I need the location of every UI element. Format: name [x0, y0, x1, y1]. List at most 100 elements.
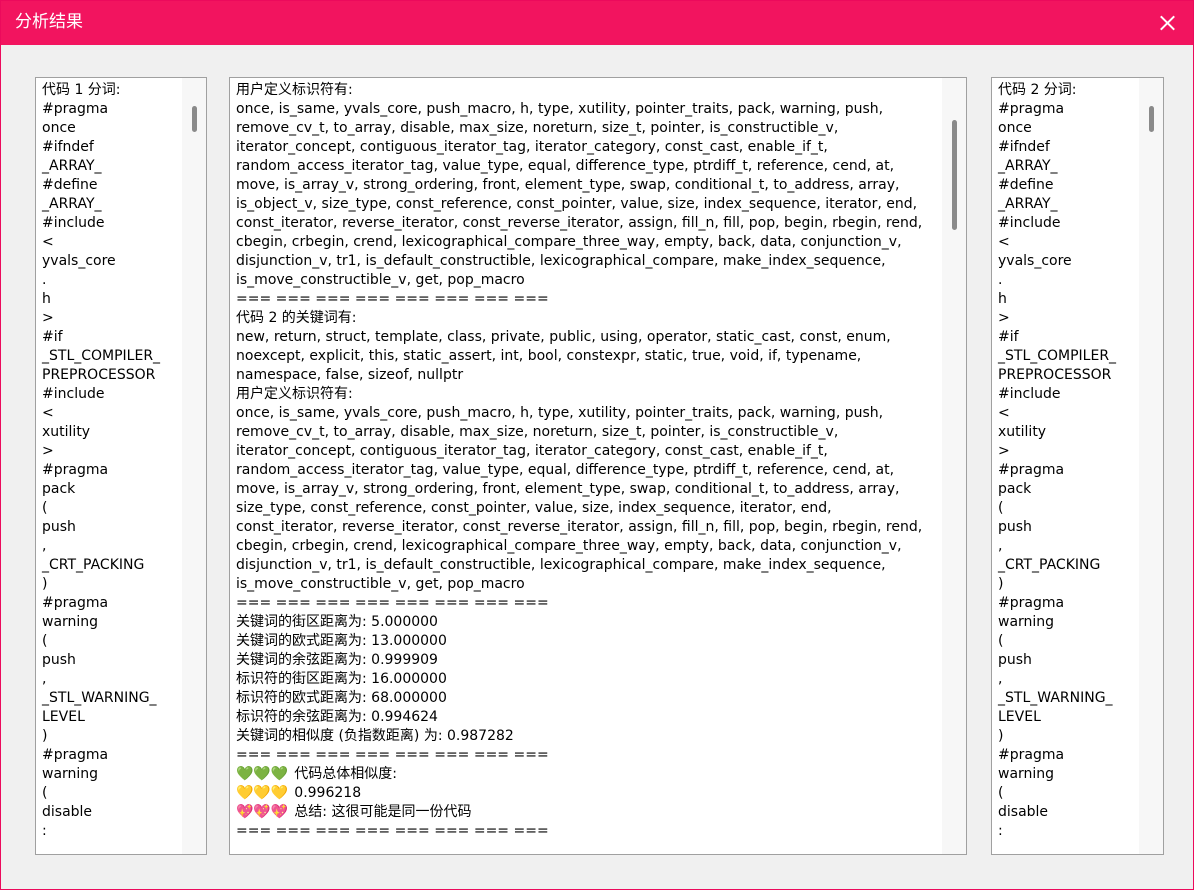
left-line: .: [42, 272, 47, 288]
similarity-label-row: 💚💚💚 代码总体相似度:: [236, 765, 922, 784]
right-line: warning: [998, 614, 1055, 630]
right-line: :: [998, 823, 1003, 839]
center-line: cbegin, crbegin, crend, lexicographical_…: [236, 538, 902, 554]
right-line: pack: [998, 481, 1032, 497]
center-line: const_iterator, reverse_iterator, const_…: [236, 519, 923, 535]
right-line: >: [998, 310, 1010, 326]
code2-token-list: 代码 2 分词: #pragma once #ifndef _ARRAY_ #define…: [998, 81, 1116, 841]
analysis-text: 用户定义标识符有: once, is_same, yvals_core, push…: [236, 81, 922, 841]
left-line: disable: [42, 804, 93, 820]
right-line: _STL_WARNING_: [998, 690, 1113, 706]
right-line: #pragma: [998, 462, 1065, 478]
right-line: PREPROCESSOR: [998, 367, 1112, 383]
similarity-value-row-hearts-icon: 💛💛💛: [236, 785, 289, 801]
right-line: _CRT_PACKING: [998, 557, 1101, 573]
right-line: #include: [998, 215, 1061, 231]
code1-scrollbar[interactable]: [182, 78, 206, 854]
close-icon[interactable]: [1151, 7, 1183, 39]
left-line: LEVEL: [42, 709, 85, 725]
left-line: ,: [42, 538, 47, 554]
left-line: #ifndef: [42, 139, 94, 155]
left-line: #include: [42, 215, 105, 231]
right-line: <: [998, 405, 1010, 421]
code1-token-list: 代码 1 分词: #pragma once #ifndef _ARRAY_ #define…: [42, 81, 160, 841]
summary-row: 💖💖💖 总结: 这很可能是同一份代码: [236, 803, 922, 822]
left-line: (: [42, 500, 48, 516]
right-line: >: [998, 443, 1010, 459]
right-line: h: [998, 291, 1007, 307]
center-line: random_access_iterator_tag, value_type, …: [236, 462, 895, 478]
center-line: === === === === === === === ===: [236, 595, 549, 611]
center-line: iterator_concept, contiguous_iterator_ta…: [236, 139, 828, 155]
center-line: once, is_same, yvals_core, push_macro, h…: [236, 101, 884, 117]
right-line: yvals_core: [998, 253, 1072, 269]
similarity-value-row-text: 0.996218: [294, 785, 362, 801]
left-line: push: [42, 652, 76, 668]
left-line: warning: [42, 766, 99, 782]
left-line: push: [42, 519, 76, 535]
center-line: disjunction_v, tr1, is_default_construct…: [236, 557, 886, 573]
analysis-scrollbar[interactable]: [942, 78, 966, 854]
left-line: #pragma: [42, 462, 109, 478]
right-line: ): [998, 728, 1004, 744]
code1-token-panel[interactable]: 代码 1 分词: #pragma once #ifndef _ARRAY_ #define…: [35, 77, 207, 855]
center-line: move, is_array_v, strong_ordering, front…: [236, 177, 900, 193]
left-line: _STL_WARNING_: [42, 690, 157, 706]
left-line: #pragma: [42, 101, 109, 117]
left-line: #define: [42, 177, 98, 193]
right-line: push: [998, 652, 1032, 668]
center-line: is_move_constructible_v, get, pop_macro: [236, 272, 525, 288]
center-line: const_iterator, reverse_iterator, const_…: [236, 215, 923, 231]
code1-scroll-thumb[interactable]: [192, 106, 197, 132]
center-line: 用户定义标识符有:: [236, 386, 353, 402]
right-line: ): [998, 576, 1004, 592]
analysis-scroll-thumb[interactable]: [952, 120, 957, 230]
right-line: #if: [998, 329, 1019, 345]
code2-token-panel[interactable]: 代码 2 分词: #pragma once #ifndef _ARRAY_ #define…: [991, 77, 1164, 855]
left-line: #if: [42, 329, 63, 345]
analysis-panel[interactable]: 用户定义标识符有: once, is_same, yvals_core, push…: [229, 77, 967, 855]
summary-row-text: 总结: 这很可能是同一份代码: [294, 804, 472, 820]
right-line: ,: [998, 671, 1003, 687]
left-line: yvals_core: [42, 253, 116, 269]
result-window: 分析结果 代码 1 分词: #pragma once #ifndef _ARRAY_ #d…: [0, 0, 1194, 890]
window-title: 分析结果: [15, 12, 83, 32]
summary-row-hearts-icon: 💖💖💖: [236, 804, 289, 820]
right-line: <: [998, 234, 1010, 250]
center-line: 关键词的余弦距离为: 0.999909: [236, 652, 438, 668]
center-line: cbegin, crbegin, crend, lexicographical_…: [236, 234, 902, 250]
left-line: ): [42, 728, 48, 744]
right-line: #pragma: [998, 595, 1065, 611]
title-bar: 分析结果: [1, 1, 1193, 45]
similarity-label-row-hearts-icon: 💚💚💚: [236, 766, 289, 782]
left-line: (: [42, 633, 48, 649]
center-line: is_object_v, size_type, const_reference,…: [236, 196, 918, 212]
right-line: (: [998, 633, 1004, 649]
center-line: namespace, false, sizeof, nullptr: [236, 367, 464, 383]
left-line: #pragma: [42, 595, 109, 611]
left-line: (: [42, 785, 48, 801]
left-line: ,: [42, 671, 47, 687]
left-line: 代码 1 分词:: [42, 82, 121, 98]
center-line: 标识符的街区距离为: 16.000000: [236, 671, 447, 687]
left-line: PREPROCESSOR: [42, 367, 156, 383]
code2-scroll-thumb[interactable]: [1149, 106, 1154, 132]
center-line: 标识符的欧式距离为: 68.000000: [236, 690, 447, 706]
left-line: warning: [42, 614, 99, 630]
left-line: _ARRAY_: [42, 158, 102, 174]
right-line: disable: [998, 804, 1049, 820]
code2-scrollbar[interactable]: [1139, 78, 1163, 854]
right-line: LEVEL: [998, 709, 1041, 725]
right-line: push: [998, 519, 1032, 535]
center-line: === === === === === === === ===: [236, 291, 549, 307]
center-line: random_access_iterator_tag, value_type, …: [236, 158, 895, 174]
center-line: new, return, struct, template, class, pr…: [236, 329, 891, 345]
center-line: size_type, const_reference, const_pointe…: [236, 500, 832, 516]
right-line: _ARRAY_: [998, 158, 1058, 174]
right-line: #define: [998, 177, 1054, 193]
right-line: _ARRAY_: [998, 196, 1058, 212]
center-line: remove_cv_t, to_array, disable, max_size…: [236, 424, 839, 440]
left-line: #include: [42, 386, 105, 402]
right-line: (: [998, 500, 1004, 516]
right-line: #include: [998, 386, 1061, 402]
